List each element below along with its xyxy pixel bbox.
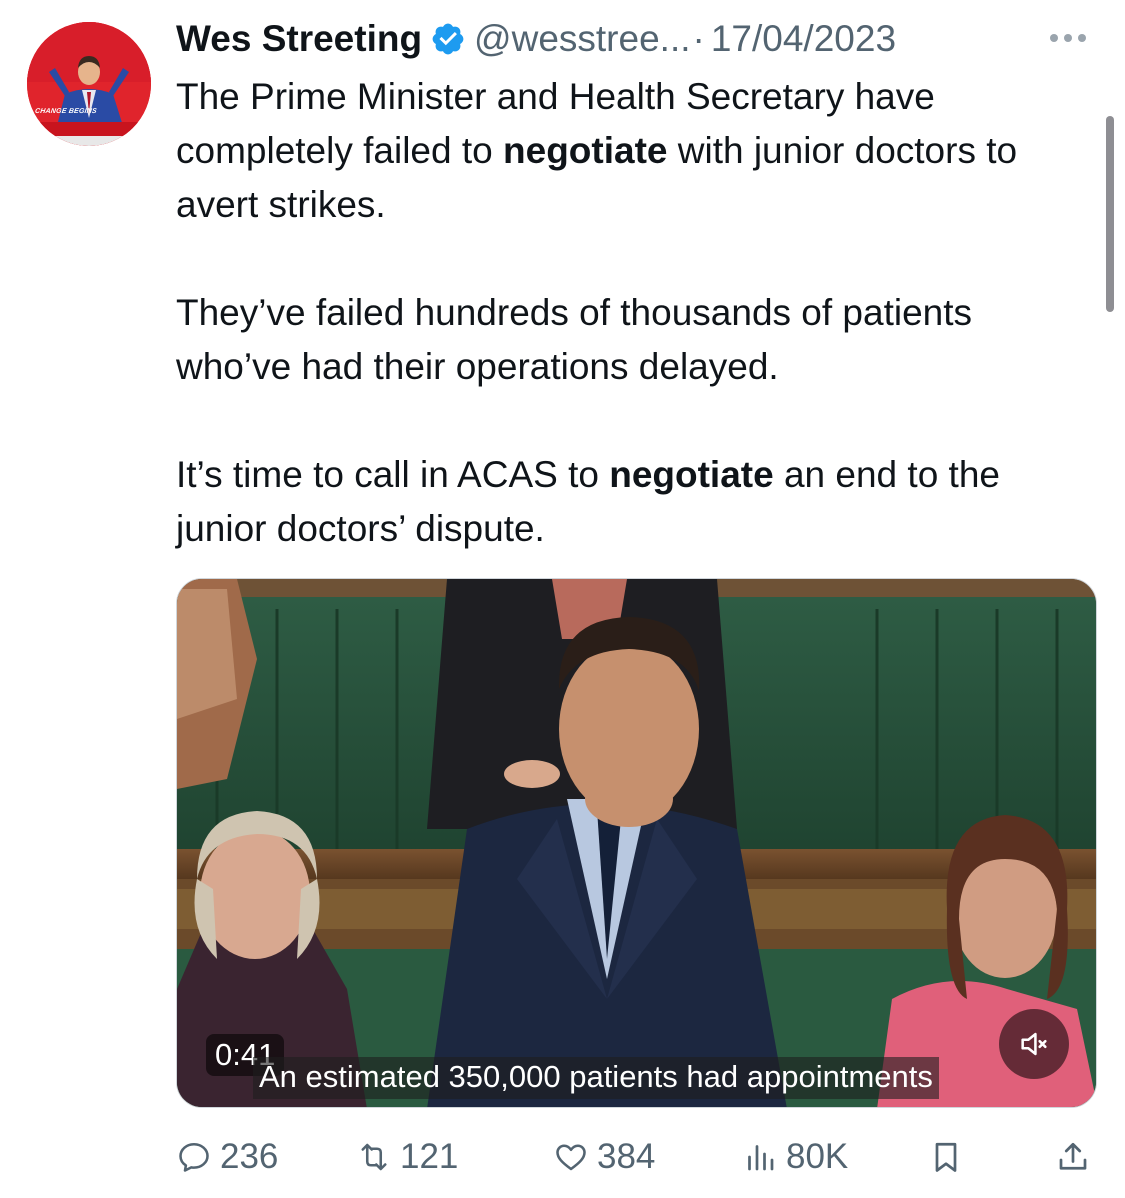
like-button[interactable]: 384 <box>553 1132 655 1182</box>
display-name[interactable]: Wes Streeting <box>176 18 422 60</box>
share-button[interactable] <box>1055 1132 1099 1182</box>
video-player[interactable]: 0:41 An estimated 350,000 patients had a… <box>176 578 1097 1108</box>
share-icon <box>1059 1142 1087 1170</box>
video-frame <box>177 579 1096 1107</box>
like-count: 384 <box>597 1137 656 1176</box>
tweet-paragraph: The Prime Minister and Health Secretary … <box>176 76 1018 225</box>
separator-dot: · <box>692 18 705 59</box>
tweet: CHANGE BEGINS Wes Streeting @wesstree...… <box>0 0 1125 1198</box>
repost-count: 121 <box>400 1137 459 1176</box>
highlighted-term: negotiate <box>609 454 774 495</box>
tweet-date[interactable]: 17/04/2023 <box>711 18 896 60</box>
bookmark-button[interactable] <box>928 1132 972 1182</box>
reply-count: 236 <box>220 1137 279 1176</box>
view-count: 80K <box>786 1137 849 1176</box>
tweet-text: The Prime Minister and Health Secretary … <box>176 70 1086 556</box>
reply-icon <box>179 1142 209 1172</box>
avatar-slogan: CHANGE BEGINS <box>34 108 98 115</box>
tweet-paragraph: It’s time to call in ACAS to negotiate a… <box>176 454 1000 549</box>
user-handle[interactable]: @wesstree... <box>474 18 690 60</box>
bookmark-icon <box>935 1142 957 1172</box>
views-button[interactable]: 80K <box>742 1132 848 1182</box>
verified-badge-icon[interactable] <box>430 21 466 57</box>
more-icon[interactable] <box>1050 34 1086 42</box>
reply-button[interactable]: 236 <box>176 1132 278 1182</box>
highlighted-term: negotiate <box>503 130 668 171</box>
repost-button[interactable]: 121 <box>356 1132 458 1182</box>
video-caption: An estimated 350,000 patients had appoin… <box>253 1057 939 1099</box>
tweet-header: Wes Streeting @wesstree... · 17/04/2023 <box>176 14 896 64</box>
heart-icon <box>556 1144 586 1171</box>
avatar-photo <box>27 22 151 146</box>
avatar[interactable]: CHANGE BEGINS <box>27 22 151 146</box>
tweet-paragraph: They’ve failed hundreds of thousands of … <box>176 292 973 387</box>
mute-icon[interactable] <box>999 1009 1069 1079</box>
scrollbar[interactable] <box>1106 116 1114 312</box>
views-icon <box>748 1145 774 1171</box>
repost-icon <box>361 1143 387 1171</box>
action-bar: 236 121 384 80K <box>0 1132 1125 1182</box>
